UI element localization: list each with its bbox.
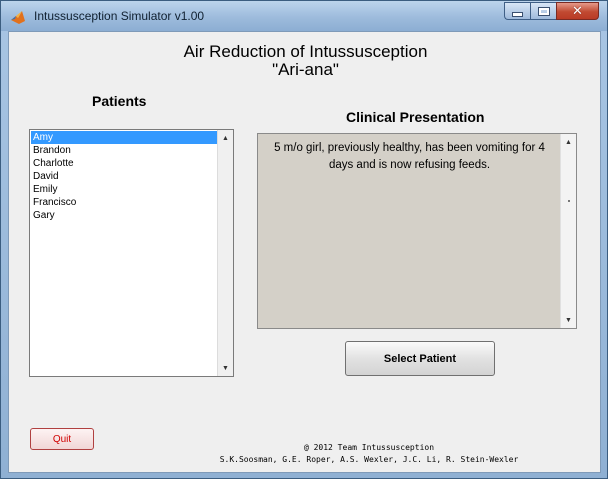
- clinical-presentation-text: 5 m/o girl, previously healthy, has been…: [274, 142, 545, 171]
- app-window: Intussusception Simulator v1.00 ✕ Air Re…: [0, 0, 608, 479]
- close-icon: ✕: [572, 3, 583, 18]
- close-button[interactable]: ✕: [556, 2, 599, 20]
- list-item-gary[interactable]: Gary: [31, 209, 217, 222]
- select-patient-button[interactable]: Select Patient: [345, 341, 495, 376]
- list-item-francisco[interactable]: Francisco: [31, 196, 217, 209]
- copyright-text: @ 2012 Team Intussusception: [303, 443, 435, 452]
- page-subtitle: "Ari-ana": [272, 60, 339, 79]
- patients-scrollbar[interactable]: ▲ ▼: [217, 130, 233, 376]
- list-item-charlotte[interactable]: Charlotte: [31, 157, 217, 170]
- list-item-brandon[interactable]: Brandon: [31, 144, 217, 157]
- maximize-icon: [537, 6, 550, 16]
- list-item-amy[interactable]: Amy: [31, 131, 217, 144]
- clinical-presentation-textbox[interactable]: 5 m/o girl, previously healthy, has been…: [257, 133, 577, 329]
- scroll-thumb[interactable]: [568, 200, 570, 202]
- patients-list: Amy Brandon Charlotte David Emily Franci…: [31, 131, 217, 222]
- page-title: Air Reduction of Intussusception: [183, 42, 428, 61]
- scroll-up-arrow-icon[interactable]: ▲: [561, 134, 576, 150]
- scroll-down-arrow-icon[interactable]: ▼: [218, 360, 233, 376]
- matlab-icon: [10, 9, 26, 25]
- minimize-icon: [512, 11, 523, 17]
- minimize-button[interactable]: [504, 2, 530, 20]
- authors-text: S.K.Soosman, G.E. Roper, A.S. Wexler, J.…: [219, 455, 519, 464]
- patients-label: Patients: [92, 93, 147, 109]
- window-title: Intussusception Simulator v1.00: [34, 9, 205, 23]
- client-area: Air Reduction of Intussusception "Ari-an…: [8, 31, 601, 473]
- maximize-button[interactable]: [530, 2, 556, 20]
- list-item-david[interactable]: David: [31, 170, 217, 183]
- title-bar[interactable]: Intussusception Simulator v1.00 ✕: [1, 1, 607, 31]
- patients-listbox[interactable]: Amy Brandon Charlotte David Emily Franci…: [29, 129, 234, 377]
- scroll-down-arrow-icon[interactable]: ▼: [561, 312, 576, 328]
- quit-button[interactable]: Quit: [30, 428, 94, 450]
- clinical-presentation-label: Clinical Presentation: [346, 109, 485, 125]
- list-item-emily[interactable]: Emily: [31, 183, 217, 196]
- scroll-up-arrow-icon[interactable]: ▲: [218, 130, 233, 146]
- window-controls: ✕: [504, 2, 599, 22]
- clinical-scrollbar[interactable]: ▲ ▼: [560, 134, 576, 328]
